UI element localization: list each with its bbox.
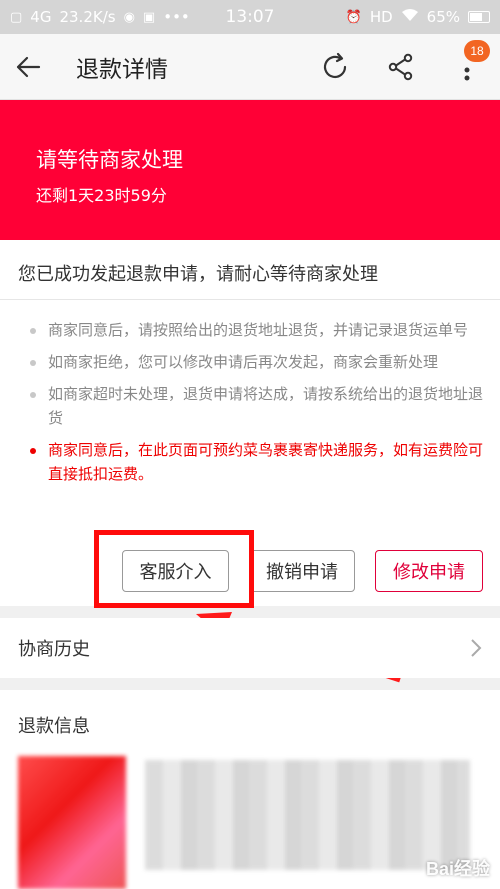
chevron-right-icon	[471, 639, 482, 657]
refund-info-title: 退款信息	[18, 716, 90, 737]
watermark-logo: Bai经验	[425, 859, 490, 879]
product-thumbnail[interactable]	[18, 756, 126, 889]
product-details-blurred	[145, 760, 470, 870]
negotiation-history-row[interactable]: 协商历史	[0, 618, 500, 678]
history-label: 协商历史	[18, 639, 90, 660]
